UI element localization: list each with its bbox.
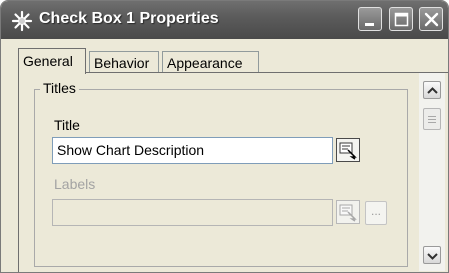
field-picker-icon [336, 138, 360, 162]
maximize-button[interactable] [389, 7, 413, 31]
maximize-icon [394, 12, 409, 27]
scroll-up-button[interactable] [423, 81, 441, 99]
tab-appearance[interactable]: Appearance [162, 51, 259, 73]
tab-general[interactable]: General [18, 48, 86, 74]
properties-window: Check Box 1 Properties General Behavior … [0, 0, 449, 273]
arrow-down-icon [427, 253, 438, 260]
window-title: Check Box 1 Properties [39, 10, 219, 27]
labels-field-picker-button [336, 200, 360, 224]
labels-field-label: Labels [54, 176, 96, 192]
vertical-scrollbar[interactable] [419, 73, 445, 271]
arrow-up-icon [427, 87, 438, 94]
close-icon [424, 12, 439, 27]
title-field-label: Title [54, 117, 80, 133]
title-field-picker-button[interactable] [336, 138, 360, 162]
title-input[interactable]: Show Chart Description [52, 137, 333, 164]
labels-ellipsis-button: ... [365, 201, 387, 225]
title-bar[interactable]: Check Box 1 Properties [1, 1, 448, 39]
close-button[interactable] [419, 7, 443, 31]
tab-behavior[interactable]: Behavior [89, 51, 159, 73]
scroll-thumb[interactable] [423, 108, 441, 130]
field-picker-icon [336, 200, 360, 224]
labels-input [52, 199, 333, 226]
minimize-icon [365, 23, 374, 26]
titles-group-label: Titles [40, 80, 79, 96]
gear-icon [11, 10, 33, 32]
tab-strip: General Behavior Appearance [1, 39, 448, 74]
scroll-down-button[interactable] [423, 246, 441, 264]
minimize-button[interactable] [358, 7, 382, 31]
